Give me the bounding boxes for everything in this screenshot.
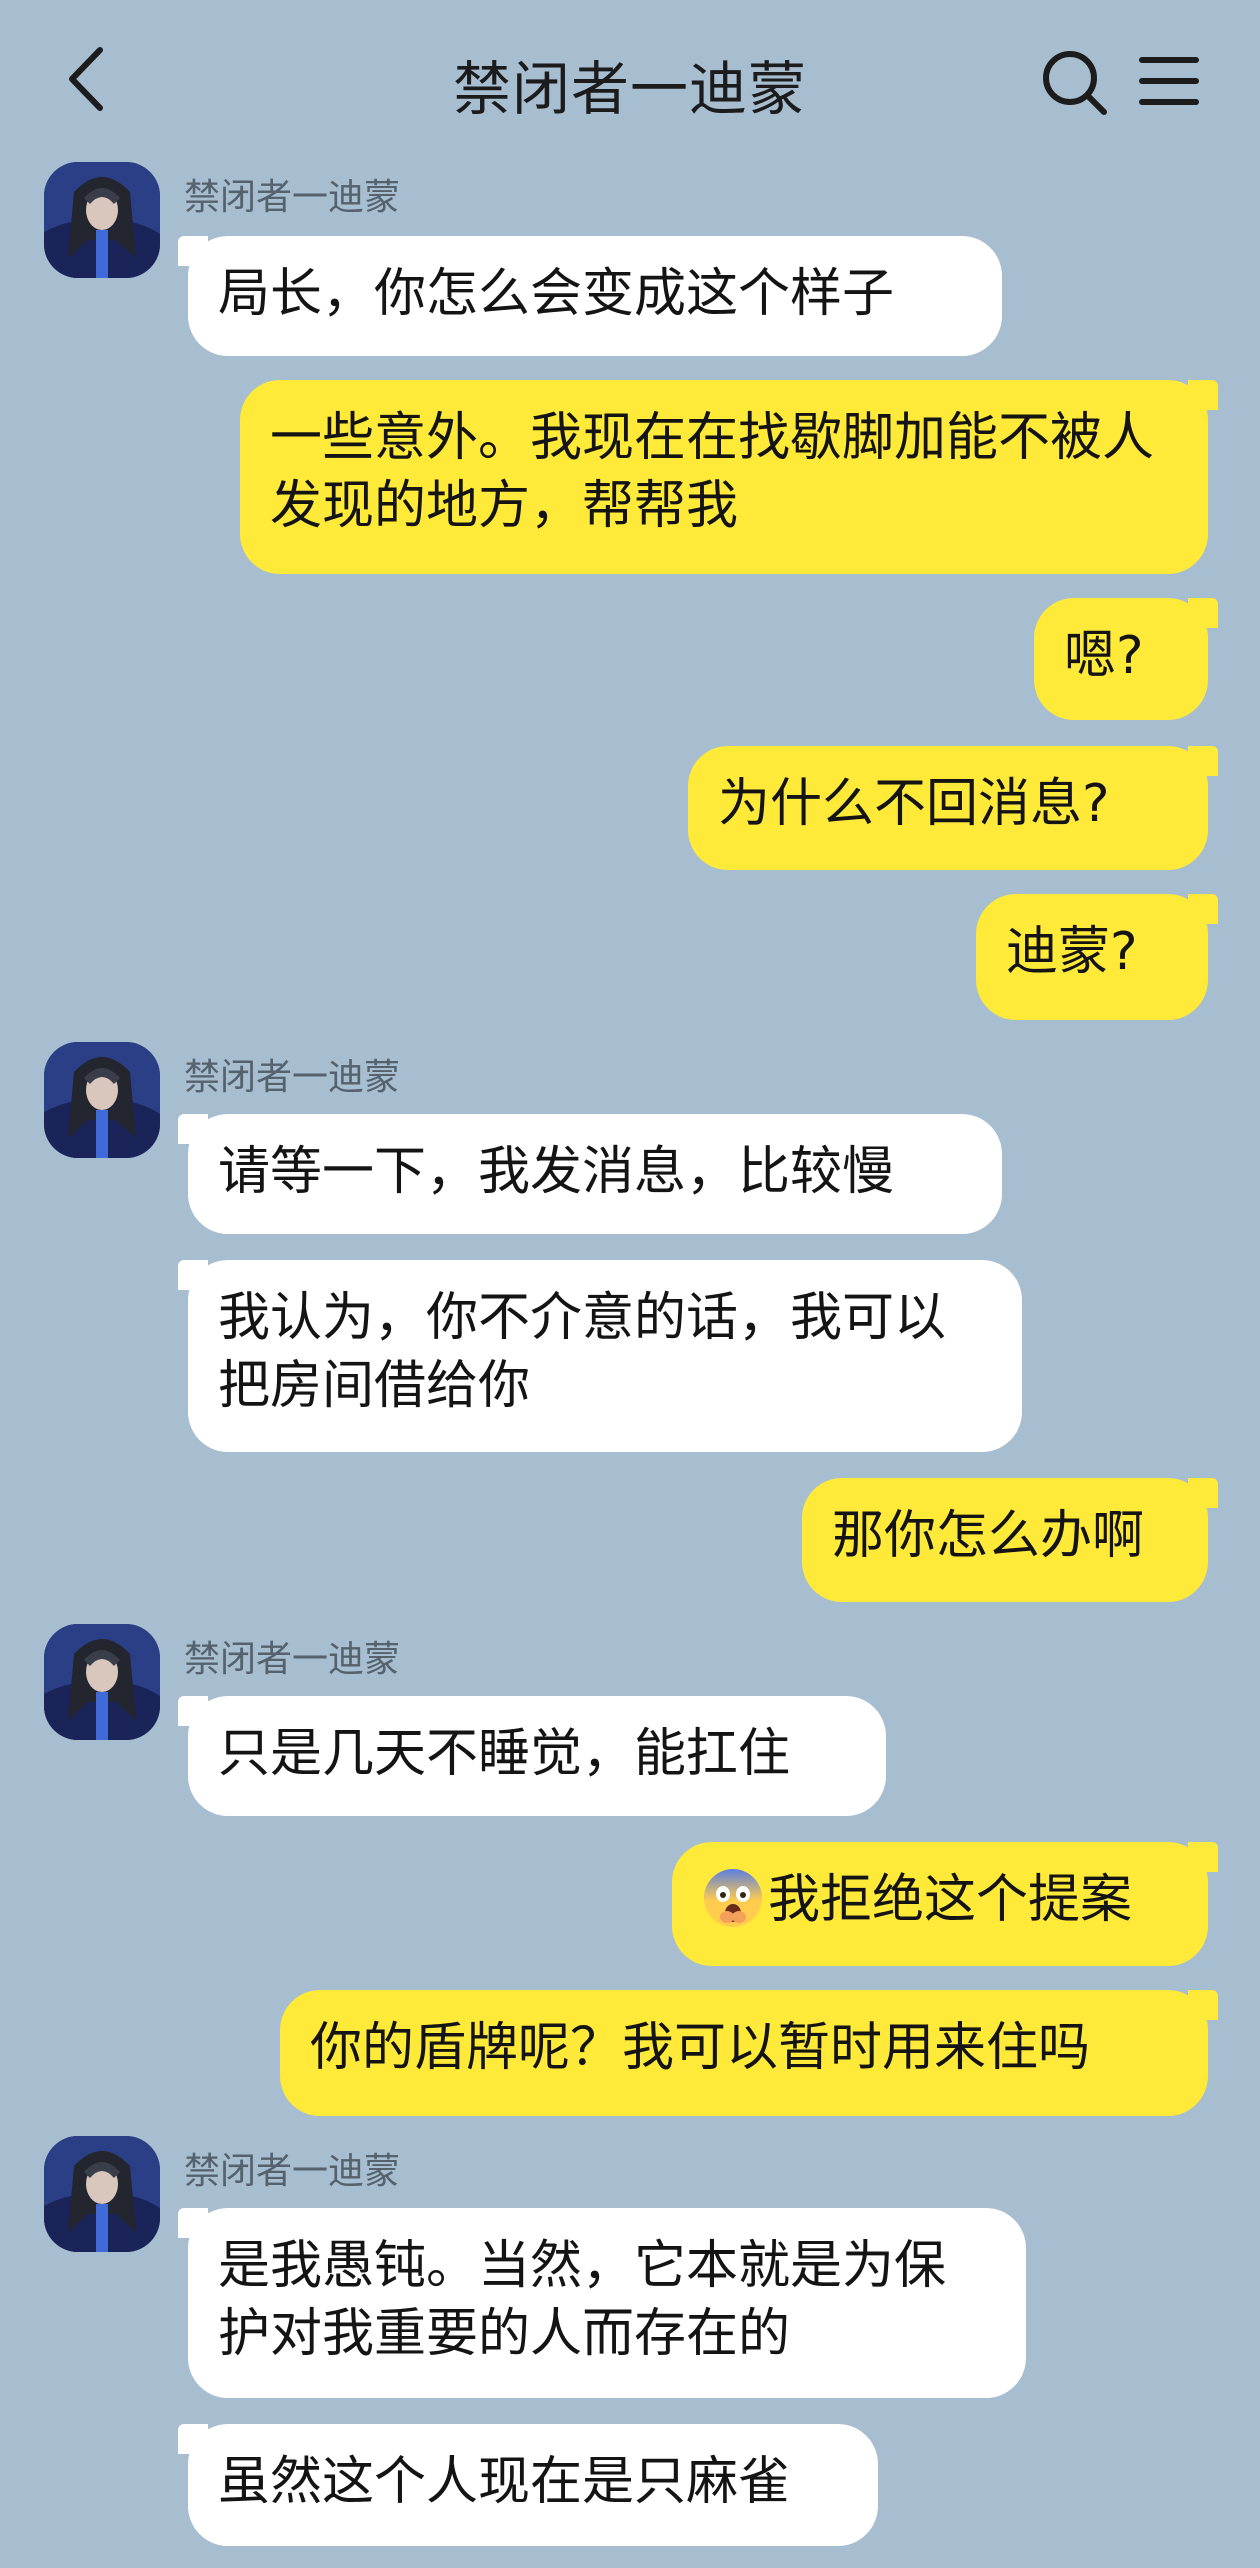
avatar-portrait-icon (44, 162, 160, 278)
message-bubble-outgoing[interactable]: 那你怎么办啊 (802, 1478, 1218, 1602)
message-bubble-outgoing[interactable]: 你的盾牌呢？我可以暂时用来住吗 (280, 1990, 1218, 2116)
contact-avatar[interactable] (44, 1042, 160, 1158)
contact-avatar[interactable] (44, 2136, 160, 2252)
menu-button[interactable] (1138, 52, 1200, 110)
message-bubble-incoming[interactable]: 是我愚钝。当然，它本就是为保护对我重要的人而存在的 (178, 2208, 1026, 2398)
top-bar: 禁闭者一迪蒙 (0, 0, 1260, 150)
search-icon (1043, 51, 1107, 115)
contact-avatar[interactable] (44, 1624, 160, 1740)
search-button[interactable] (1040, 48, 1110, 118)
message-bubble-outgoing[interactable]: 迪蒙? (976, 894, 1218, 1020)
message-bubble-incoming[interactable]: 我认为，你不介意的话，我可以把房间借给你 (178, 1260, 1022, 1452)
fearful-face-emoji (704, 1869, 762, 1927)
message-bubble-outgoing[interactable]: 为什么不回消息? (688, 746, 1218, 870)
message-bubble-incoming[interactable]: 虽然这个人现在是只麻雀 (178, 2424, 878, 2546)
message-bubble-incoming[interactable]: 局长，你怎么会变成这个样子 (178, 236, 1002, 356)
message-bubble-outgoing[interactable]: 嗯? (1034, 598, 1218, 720)
avatar-portrait-icon (44, 2136, 160, 2252)
avatar-portrait-icon (44, 1624, 160, 1740)
message-bubble-outgoing[interactable]: 一些意外。我现在在找歇脚加能不被人发现的地方，帮帮我 (240, 380, 1218, 574)
contact-avatar[interactable] (44, 162, 160, 278)
avatar-portrait-icon (44, 1042, 160, 1158)
message-bubble-incoming[interactable]: 只是几天不睡觉，能扛住 (178, 1696, 886, 1816)
message-text: 我拒绝这个提案 (768, 1870, 1133, 1930)
sender-name: 禁闭者一迪蒙 (184, 1057, 401, 1098)
message-bubble-outgoing[interactable]: 我拒绝这个提案 (672, 1842, 1218, 1966)
sender-name: 禁闭者一迪蒙 (184, 1639, 401, 1680)
message-bubble-incoming[interactable]: 请等一下，我发消息，比较慢 (178, 1114, 1002, 1234)
sender-name: 禁闭者一迪蒙 (184, 2151, 401, 2192)
sender-name: 禁闭者一迪蒙 (184, 177, 401, 218)
hamburger-menu-icon (1139, 57, 1199, 105)
